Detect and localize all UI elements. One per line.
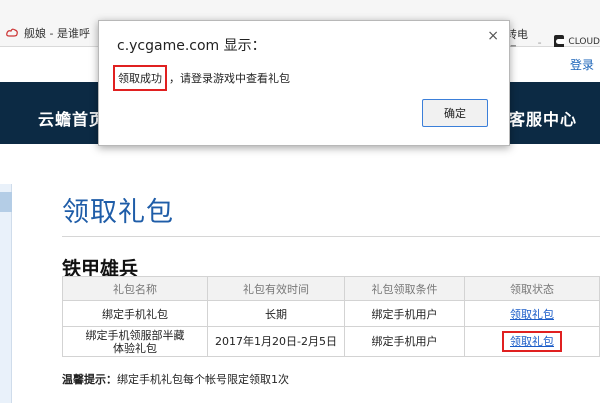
cloud-badge-label: CLOUD [568, 37, 600, 47]
sidebar-tab[interactable] [0, 192, 12, 212]
message-highlight: 领取成功 [113, 65, 167, 91]
table-header-row: 礼包名称 礼包有效时间 礼包领取条件 领取状态 [62, 276, 600, 301]
title-divider [62, 236, 600, 237]
page-title: 领取礼包 [62, 197, 174, 228]
gift-status-cell: 领取礼包 [464, 300, 600, 327]
sidebar [0, 184, 12, 403]
tab-title: 舰娘 - 是谁呼 [24, 27, 90, 40]
gift-condition: 绑定手机用户 [344, 326, 465, 357]
table-row: 绑定手机领服部半藏 体验礼包 2017年1月20日-2月5日 绑定手机用户 领取… [62, 326, 600, 357]
cloud-tab-icon [6, 28, 18, 37]
gift-name-line2: 体验礼包 [113, 341, 157, 355]
message-rest: ，请登录游戏中查看礼包 [169, 72, 290, 85]
claim-gift-link[interactable]: 领取礼包 [510, 335, 554, 348]
browser-tab[interactable]: 舰娘 - 是谁呼 [6, 26, 90, 40]
login-link[interactable]: 登录 [570, 56, 594, 73]
highlight-box: 领取礼包 [502, 331, 562, 352]
gift-time: 长期 [207, 300, 345, 327]
gift-condition: 绑定手机用户 [344, 300, 465, 327]
main-content: 领取礼包 [62, 190, 600, 229]
nav-home-link[interactable]: 云蟾首页 [38, 106, 106, 130]
col-header-status: 领取状态 [464, 276, 600, 301]
ok-button[interactable]: 确定 [422, 99, 488, 127]
gift-name-line1: 绑定手机领服部半藏 [85, 328, 185, 342]
col-header-time: 礼包有效时间 [207, 276, 345, 301]
tip-notice: 温馨提示：绑定手机礼包每个帐号限定领取1次 [62, 371, 289, 387]
tip-text: 绑定手机礼包每个帐号限定领取1次 [117, 373, 289, 386]
claim-gift-link[interactable]: 领取礼包 [510, 308, 554, 321]
close-icon[interactable]: × [487, 28, 499, 44]
gift-time: 2017年1月20日-2月5日 [207, 326, 345, 357]
nav-service-link[interactable]: 客服中心 [509, 106, 577, 130]
gift-table: 礼包名称 礼包有效时间 礼包领取条件 领取状态 绑定手机礼包 长期 绑定手机用户… [62, 276, 600, 357]
col-header-name: 礼包名称 [62, 276, 208, 301]
dialog-message: 领取成功 ，请登录游戏中查看礼包 [113, 65, 290, 91]
tip-label: 温馨提示： [62, 373, 117, 386]
alert-dialog: c.ycgame.com 显示： × 领取成功 ，请登录游戏中查看礼包 确定 [98, 20, 510, 146]
gift-status-cell: 领取礼包 [464, 326, 600, 357]
dialog-title: c.ycgame.com 显示： [117, 38, 266, 54]
col-header-condition: 礼包领取条件 [344, 276, 465, 301]
gift-name: 绑定手机礼包 [62, 300, 208, 327]
table-row: 绑定手机礼包 长期 绑定手机用户 领取礼包 [62, 300, 600, 327]
gift-name: 绑定手机领服部半藏 体验礼包 [62, 326, 208, 357]
